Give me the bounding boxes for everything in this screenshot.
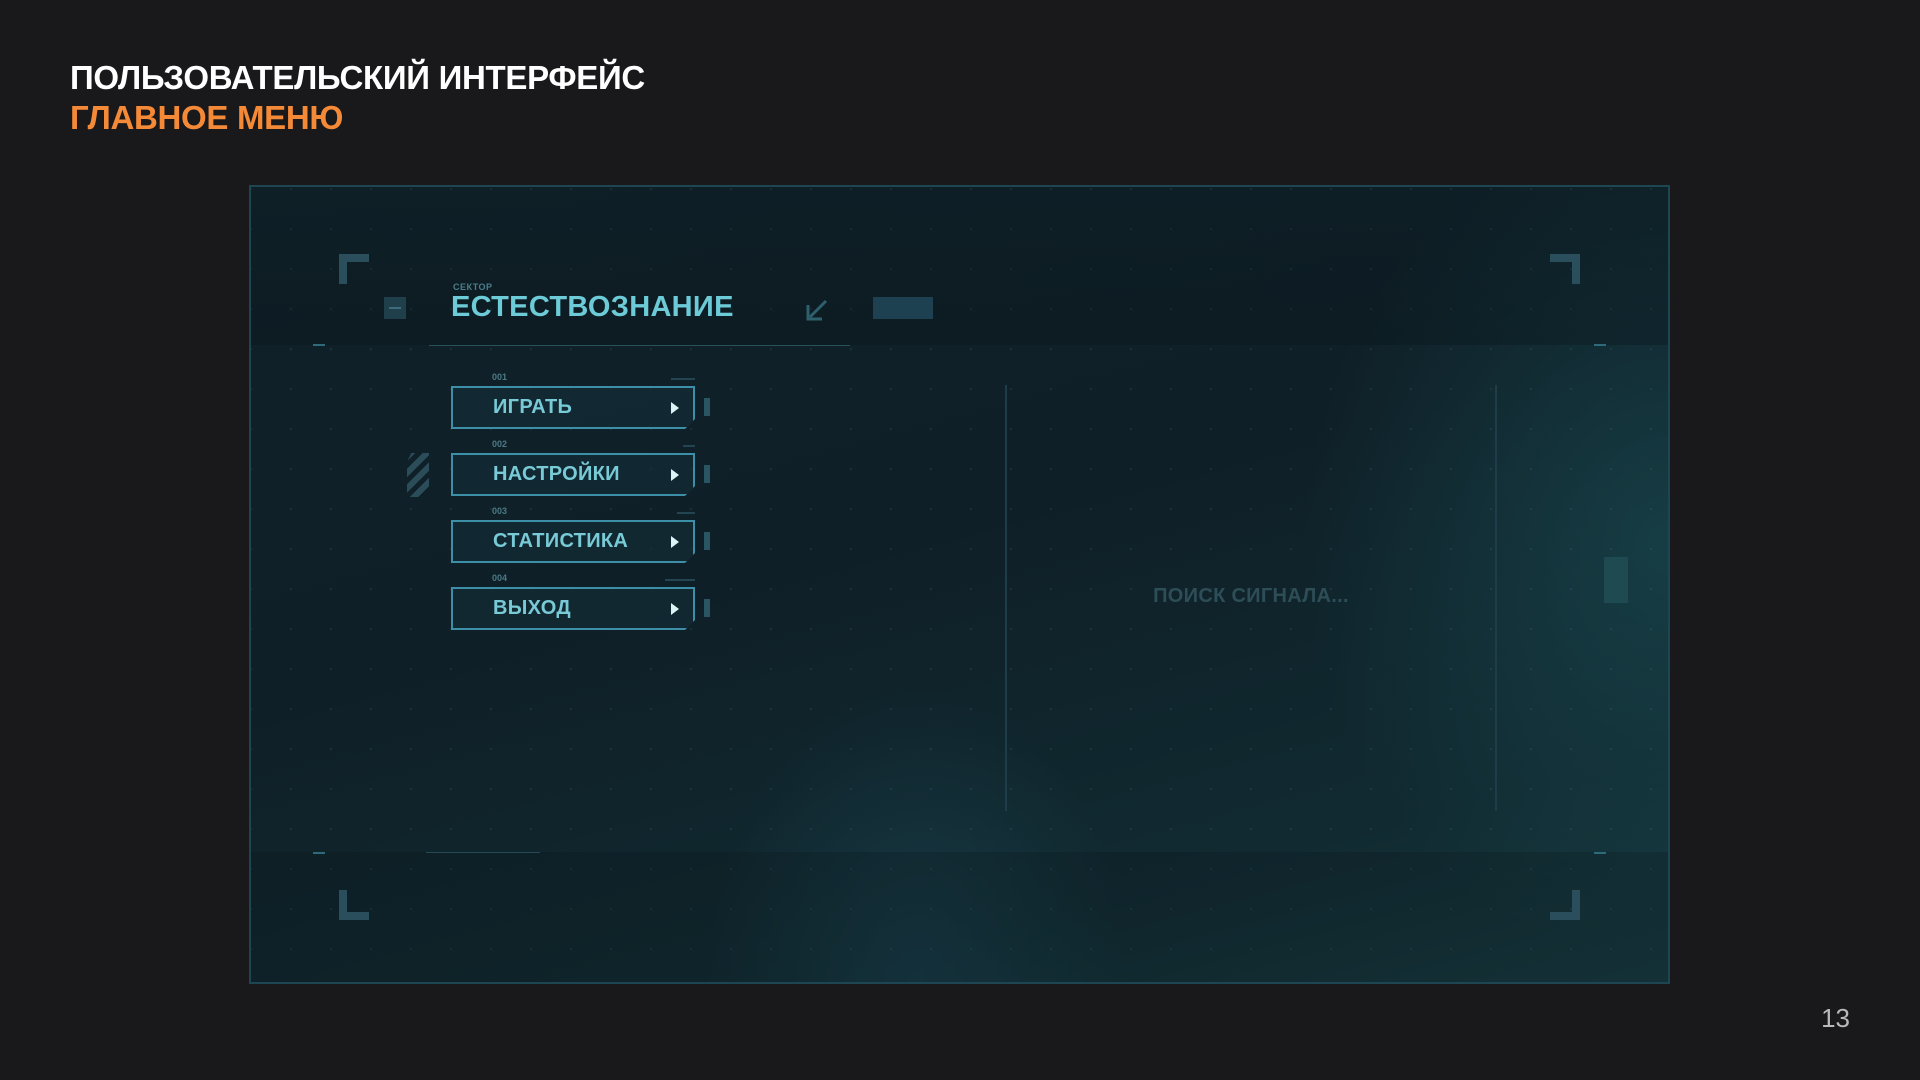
menu-index-line — [671, 378, 695, 380]
signal-search-status: ПОИСК СИГНАЛА... — [1153, 585, 1349, 607]
frame-tick — [313, 344, 325, 346]
header-status-bar — [873, 297, 933, 319]
slide-title-sub: ГЛАВНОЕ МЕНЮ — [70, 99, 344, 136]
frame-tick — [313, 852, 325, 854]
header-divider — [429, 345, 850, 346]
frame-tick — [1594, 852, 1606, 854]
menu-label: ИГРАТЬ — [493, 396, 573, 418]
menu-label: НАСТРОЙКИ — [493, 463, 620, 485]
menu-side-tab — [704, 465, 710, 483]
corner-bracket-icon — [1550, 890, 1580, 920]
corner-bracket-icon — [1550, 254, 1580, 284]
play-arrow-icon — [671, 469, 679, 481]
settings-button[interactable]: НАСТРОЙКИ — [451, 453, 695, 496]
menu-side-tab — [704, 599, 710, 617]
menu-index: 002 — [492, 439, 508, 449]
frame-tick — [1594, 344, 1606, 346]
sector-title: ЕСТЕСТВОЗНАНИЕ — [451, 291, 734, 323]
menu-index-line — [677, 512, 695, 514]
menu-index: 001 — [492, 372, 508, 382]
side-indicator — [1604, 557, 1628, 603]
page-number: 13 — [1821, 1003, 1850, 1033]
footer-band — [251, 852, 1668, 982]
statistics-button[interactable]: СТАТИСТИКА — [451, 520, 695, 563]
menu-index: 004 — [492, 573, 508, 583]
game-ui-preview: СЕКТОР ЕСТЕСТВОЗНАНИЕ 001 ИГРАТЬ 002 НАС… — [249, 185, 1670, 984]
corner-bracket-icon — [339, 254, 369, 284]
play-arrow-icon — [671, 603, 679, 615]
play-button[interactable]: ИГРАТЬ — [451, 386, 695, 429]
exit-button[interactable]: ВЫХОД — [451, 587, 695, 630]
menu-index-line — [665, 579, 695, 581]
slide-title-main: ПОЛЬЗОВАТЕЛЬСКИЙ ИНТЕРФЕЙС — [70, 59, 645, 96]
minus-icon[interactable] — [384, 297, 406, 319]
play-arrow-icon — [671, 536, 679, 548]
menu-index-line — [683, 445, 695, 447]
menu-side-tab — [704, 398, 710, 416]
menu-index: 003 — [492, 506, 508, 516]
menu-side-tab — [704, 532, 710, 550]
menu-label: ВЫХОД — [493, 597, 571, 619]
footer-divider — [426, 852, 540, 853]
slide-title: ПОЛЬЗОВАТЕЛЬСКИЙ ИНТЕРФЕЙС ГЛАВНОЕ МЕНЮ — [70, 58, 645, 138]
play-arrow-icon — [671, 402, 679, 414]
menu-label: СТАТИСТИКА — [493, 530, 629, 552]
hatch-decoration — [407, 453, 429, 497]
collapse-arrow-icon[interactable] — [804, 297, 830, 323]
corner-bracket-icon — [339, 890, 369, 920]
